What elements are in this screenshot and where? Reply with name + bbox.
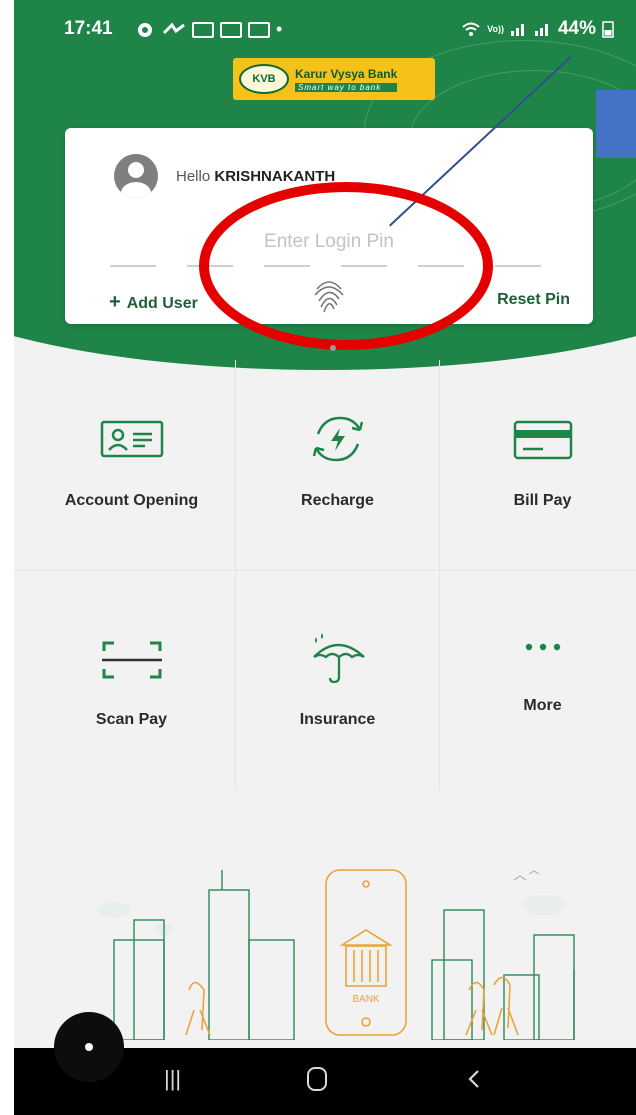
annotation-callout-box [596,90,636,158]
signal-icon [534,24,548,36]
card-icon [513,420,572,460]
wifi-icon [462,22,480,36]
recent-apps-icon[interactable]: ||| [164,1066,181,1092]
status-right: Vo)) 44% [461,18,614,40]
more-dots-icon [525,643,560,651]
annotation-highlight-circle [199,182,493,350]
greeting: Hello KRISHNAKANTH [176,168,335,185]
id-card-icon [100,420,163,458]
service-label: Bill Pay [513,492,572,509]
page-indicator [330,345,336,351]
more-notifications-dot-icon: • [276,19,283,39]
status-time: 17:41 [64,18,113,39]
services-grid: Account Opening Recharge Bill Pay Scan P… [14,360,636,790]
app-notification-icon [192,21,214,38]
umbrella-icon [312,633,365,684]
service-label: Insurance [299,711,376,728]
bank-tagline: Smart way to bank [295,82,398,92]
bank-logo: KVB Karur Vysya Bank Smart way to bank [233,58,435,100]
back-icon[interactable] [466,1068,482,1090]
avatar[interactable] [114,154,158,198]
home-icon[interactable] [306,1066,328,1092]
greeting-prefix: Hello [176,168,215,185]
logo-text: Karur Vysya Bank Smart way to bank [295,66,398,92]
add-user-label: Add User [126,295,198,312]
signal-icon [510,24,524,36]
user-name: KRISHNAKANTH [214,168,336,185]
service-recharge[interactable]: Recharge [234,360,441,575]
app-screen: 17:41 • Vo)) 44% KVB Karur Vysya Bank Sm… [14,0,636,1115]
service-bill-pay[interactable]: Bill Pay [439,360,636,575]
missed-call-icon [162,22,185,34]
bank-name: Karur Vysya Bank [295,66,398,81]
battery-icon [602,21,614,38]
service-label: More [523,697,562,714]
reset-pin-link[interactable]: Reset Pin [497,291,570,309]
bank-illustration-label: BANK [352,994,380,1005]
pin-digit-slot[interactable] [495,265,541,267]
service-more[interactable]: More [439,575,636,790]
recharge-icon [312,416,363,462]
service-label: Account Opening [64,492,199,509]
service-account-opening[interactable]: Account Opening [28,360,235,575]
pin-digit-slot[interactable] [110,265,156,267]
service-label: Recharge [301,492,374,509]
scan-icon [101,641,162,679]
logo-badge: KVB [239,64,289,94]
app-notification-icon [220,21,242,38]
service-scan-pay[interactable]: Scan Pay [28,575,235,790]
status-bar: 17:41 • Vo)) 44% [14,0,636,56]
add-user-button[interactable]: + Add User [109,291,198,314]
plus-icon: + [109,291,121,313]
chat-icon [138,22,152,37]
floating-assist-button[interactable] [54,1012,124,1082]
service-label: Scan Pay [95,711,168,728]
volte-label: Vo)) [487,24,504,34]
service-insurance[interactable]: Insurance [234,575,441,790]
battery-percent: 44% [557,18,596,39]
city-illustration: BANK [98,869,575,1040]
notification-icons: • [134,19,282,40]
app-notification-icon [248,21,270,38]
